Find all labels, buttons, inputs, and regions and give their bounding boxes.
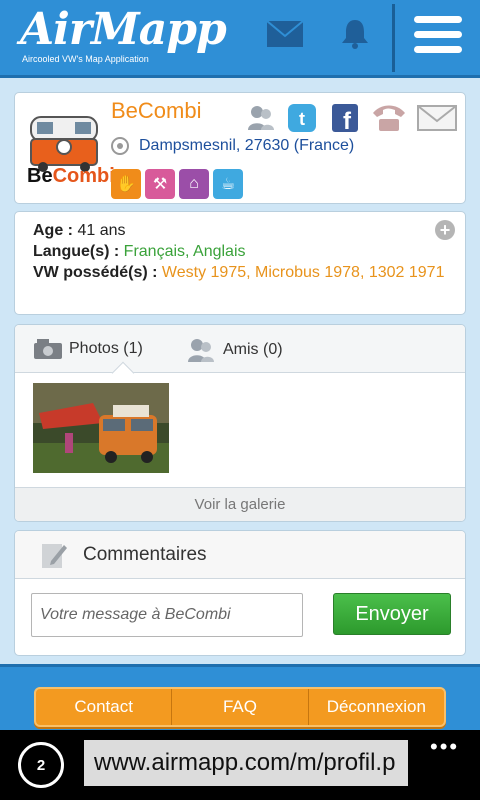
camera-icon	[34, 339, 62, 359]
bell-icon[interactable]	[340, 18, 370, 50]
facebook-icon[interactable]: f	[331, 103, 359, 133]
brand-prefix: Be	[27, 165, 53, 187]
app-header: AirMapp Aircooled VW's Map Application	[0, 0, 480, 78]
faq-button[interactable]: FAQ	[172, 689, 309, 725]
phone-icon[interactable]	[371, 103, 407, 133]
hand-icon: ✋	[111, 169, 141, 199]
contact-button[interactable]: Contact	[36, 689, 173, 725]
more-options-icon[interactable]: •••	[430, 734, 459, 760]
profile-location: Dampsmesnil, 27630 (France)	[111, 137, 354, 155]
media-tabs: Photos (1) Amis (0)	[15, 325, 465, 373]
vw-row: VW possédé(s) : Westy 1975, Microbus 197…	[33, 262, 447, 283]
vw-value: Westy 1975, Microbus 1978, 1302 1971	[161, 264, 445, 281]
age-row: Age : 41 ans	[33, 220, 447, 241]
brand-suffix: Combi	[52, 165, 115, 187]
footer-nav: Contact FAQ Déconnexion	[34, 687, 446, 727]
friends-tab-icon	[188, 339, 214, 362]
email-icon[interactable]	[417, 103, 457, 133]
media-card: Photos (1) Amis (0) Voir la galerie	[14, 324, 466, 522]
language-value: Français, Anglais	[123, 243, 246, 260]
location-pin-icon	[111, 137, 129, 155]
logout-button[interactable]: Déconnexion	[309, 689, 444, 725]
coffee-icon: ☕	[213, 169, 243, 199]
edit-note-icon	[42, 543, 67, 568]
twitter-icon[interactable]: t	[287, 103, 317, 133]
age-label: Age :	[33, 222, 73, 239]
tab-friends-label: Amis (0)	[223, 341, 283, 358]
info-card: + Age : 41 ans Langue(s) : Français, Ang…	[14, 211, 466, 315]
badge-list: ✋ ⚒ ⌂ ☕	[111, 169, 243, 199]
photo-thumbnail[interactable]	[33, 383, 169, 473]
send-button[interactable]: Envoyer	[333, 593, 451, 635]
comments-header: Commentaires	[15, 531, 465, 579]
tab-friends[interactable]: Amis (0)	[187, 337, 283, 363]
profile-name: BeCombi	[111, 98, 202, 123]
language-label: Langue(s) :	[33, 243, 120, 260]
svg-text:f: f	[343, 108, 352, 133]
home-icon: ⌂	[179, 169, 209, 199]
comment-input[interactable]	[31, 593, 303, 637]
expand-plus-icon[interactable]: +	[435, 220, 455, 240]
browser-tabs-icon[interactable]: 2	[18, 742, 64, 788]
url-bar[interactable]: www.airmapp.com/m/profil.p	[84, 740, 408, 786]
view-gallery-link[interactable]: Voir la galerie	[15, 487, 465, 521]
brand-logo: BeCombi	[27, 165, 115, 188]
location-text: Dampsmesnil, 27630 (France)	[139, 137, 355, 154]
svg-text:t: t	[299, 109, 305, 129]
app-footer: Contact FAQ Déconnexion	[0, 664, 480, 730]
logo-tagline: Aircooled VW's Map Application	[22, 54, 149, 64]
vw-label: VW possédé(s) :	[33, 264, 158, 281]
app-logo[interactable]: AirMapp Aircooled VW's Map Application	[20, 4, 227, 65]
wrench-icon: ⚒	[145, 169, 175, 199]
comments-title: Commentaires	[83, 543, 207, 565]
tab-photos[interactable]: Photos (1)	[33, 337, 143, 361]
mail-icon[interactable]	[266, 20, 304, 48]
friends-icon[interactable]	[247, 103, 275, 133]
comments-card: Commentaires Envoyer	[14, 530, 466, 656]
hamburger-menu-icon[interactable]	[414, 16, 462, 58]
header-divider	[392, 4, 395, 72]
browser-bar: 2 www.airmapp.com/m/profil.p •••	[0, 730, 480, 800]
language-row: Langue(s) : Français, Anglais	[33, 241, 447, 262]
tab-photos-label: Photos (1)	[69, 340, 143, 357]
logo-text: AirMapp	[20, 4, 227, 55]
profile-card: BeCombi BeCombi t f Dampsmesnil, 27630 (…	[14, 92, 466, 204]
age-value: 41 ans	[77, 222, 126, 239]
